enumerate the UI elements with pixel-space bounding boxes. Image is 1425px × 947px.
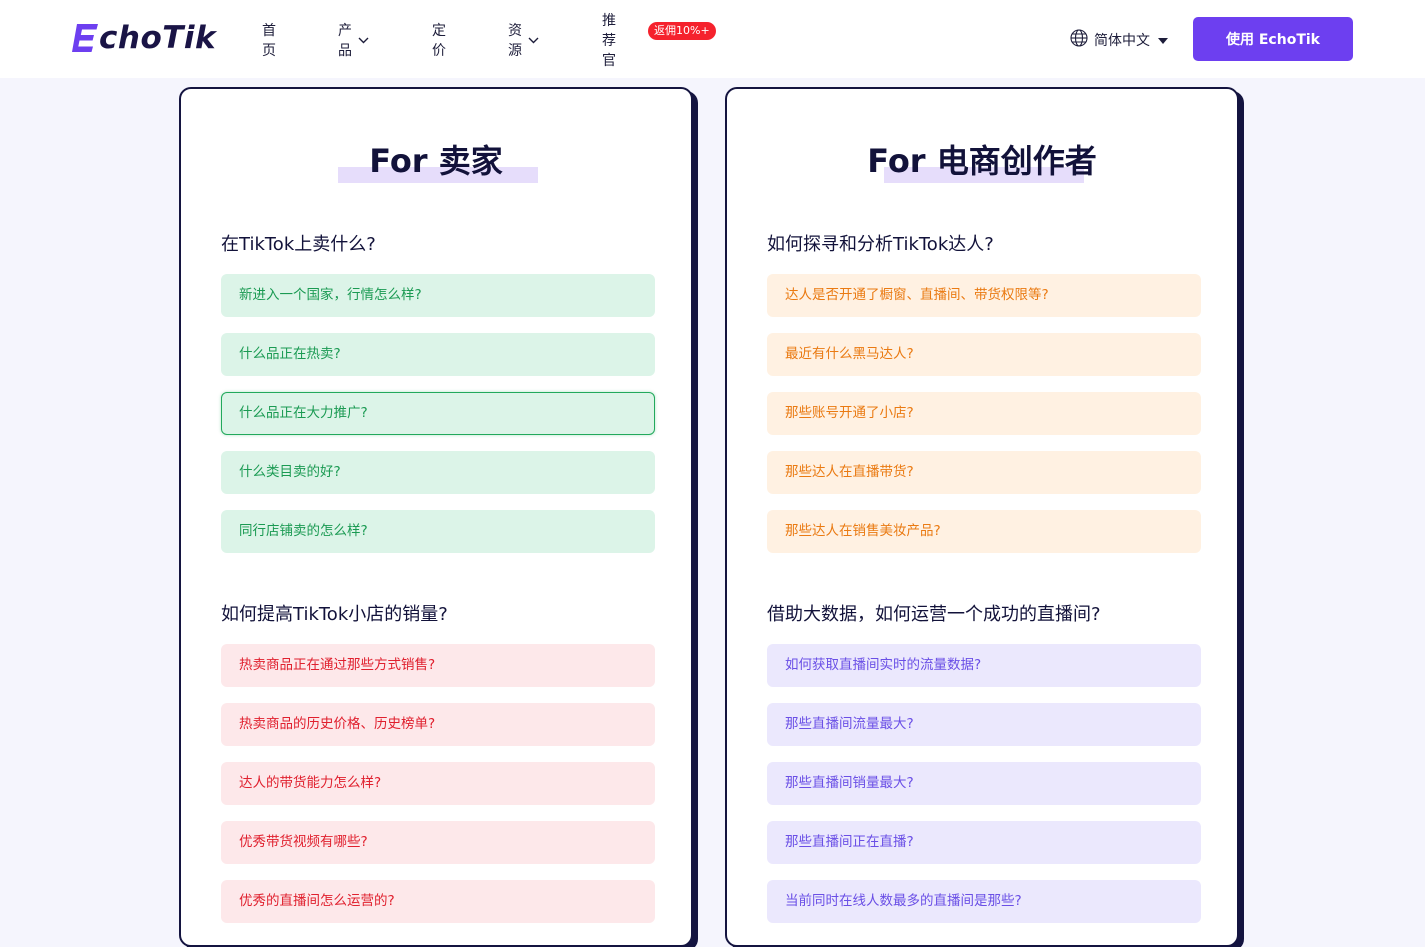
nav-home-label: 首页: [262, 23, 276, 59]
chevron-down-icon: [528, 32, 539, 48]
creators-card-title: For 电商创作者: [867, 142, 1097, 180]
chevron-down-icon: [358, 32, 369, 48]
question-item[interactable]: 那些直播间流量最大?: [767, 703, 1201, 746]
question-item[interactable]: 那些达人在直播带货?: [767, 451, 1201, 494]
question-item[interactable]: 那些达人在销售美妆产品?: [767, 510, 1201, 553]
question-item[interactable]: 达人的带货能力怎么样?: [221, 762, 655, 805]
globe-icon: [1070, 29, 1088, 51]
creators-section1-heading: 如何探寻和分析TikTok达人?: [767, 234, 994, 255]
question-item[interactable]: 当前同时在线人数最多的直播间是那些?: [767, 880, 1201, 923]
nav-products-label: 产品: [338, 23, 352, 59]
top-navbar: choTik 首页 产品 定价 资源 推荐官 返佣10%+ 简体中文 使用 Ec…: [0, 0, 1425, 78]
question-item[interactable]: 什么品正在热卖?: [221, 333, 655, 376]
use-echotik-button-label: 使用 EchoTik: [1226, 32, 1320, 48]
referral-commission-badge: 返佣10%+: [648, 22, 716, 40]
question-item[interactable]: 那些直播间销量最大?: [767, 762, 1201, 805]
language-selector[interactable]: 简体中文: [1070, 29, 1168, 51]
question-item[interactable]: 热卖商品的历史价格、历史榜单?: [221, 703, 655, 746]
logo-e-mark-icon: [72, 24, 98, 52]
question-item[interactable]: 热卖商品正在通过那些方式销售?: [221, 644, 655, 687]
question-item[interactable]: 达人是否开通了橱窗、直播间、带货权限等?: [767, 274, 1201, 317]
question-item[interactable]: 优秀的直播间怎么运营的?: [221, 880, 655, 923]
sellers-section2-heading: 如何提高TikTok小店的销量?: [221, 604, 448, 625]
question-item[interactable]: 什么类目卖的好?: [221, 451, 655, 494]
nav-products-dropdown[interactable]: 产品: [338, 20, 369, 60]
caret-down-icon: [1158, 32, 1168, 48]
question-item[interactable]: 那些账号开通了小店?: [767, 392, 1201, 435]
logo-text: choTik: [99, 20, 217, 56]
nav-pricing[interactable]: 定价: [432, 20, 446, 60]
nav-resources-label: 资源: [508, 23, 522, 59]
sellers-card: For 卖家 在TikTok上卖什么? 新进入一个国家，行情怎么样? 什么品正在…: [179, 87, 693, 947]
question-item[interactable]: 新进入一个国家，行情怎么样?: [221, 274, 655, 317]
question-item[interactable]: 最近有什么黑马达人?: [767, 333, 1201, 376]
nav-home[interactable]: 首页: [262, 20, 276, 60]
nav-pricing-label: 定价: [432, 23, 446, 59]
use-echotik-button[interactable]: 使用 EchoTik: [1193, 17, 1353, 61]
question-item-selected[interactable]: 什么品正在大力推广?: [221, 392, 655, 435]
question-item[interactable]: 同行店铺卖的怎么样?: [221, 510, 655, 553]
creators-card: For 电商创作者 如何探寻和分析TikTok达人? 达人是否开通了橱窗、直播间…: [725, 87, 1239, 947]
nav-referral[interactable]: 推荐官: [602, 10, 616, 70]
nav-resources-dropdown[interactable]: 资源: [508, 20, 539, 60]
creators-section2-heading: 借助大数据，如何运营一个成功的直播间?: [767, 604, 1101, 625]
language-label: 简体中文: [1094, 33, 1150, 49]
echotik-logo[interactable]: choTik: [72, 20, 216, 56]
question-item[interactable]: 如何获取直播间实时的流量数据?: [767, 644, 1201, 687]
sellers-section1-heading: 在TikTok上卖什么?: [221, 234, 376, 255]
question-item[interactable]: 优秀带货视频有哪些?: [221, 821, 655, 864]
question-item[interactable]: 那些直播间正在直播?: [767, 821, 1201, 864]
nav-referral-label: 推荐官: [602, 13, 616, 69]
sellers-card-title: For 卖家: [369, 142, 503, 180]
